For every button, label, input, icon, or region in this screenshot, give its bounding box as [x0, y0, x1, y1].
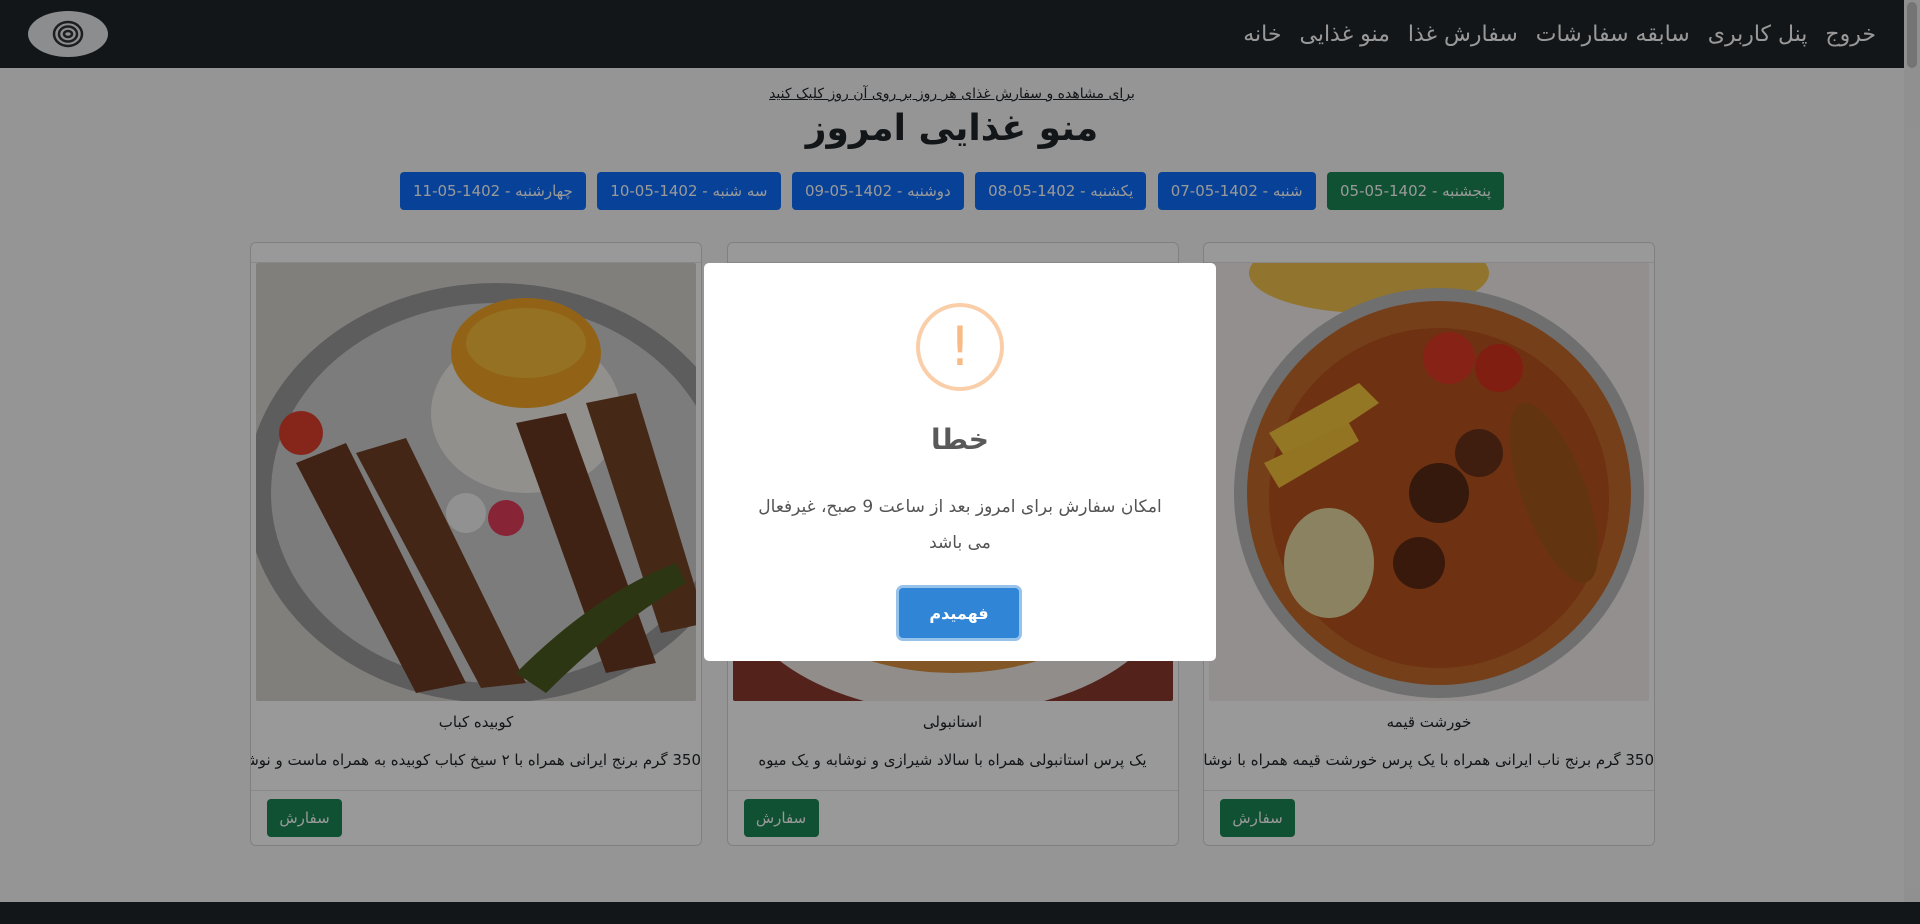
error-dialog: ! خطا امکان سفارش برای امروز بعد از ساعت… — [704, 263, 1216, 661]
dialog-title: خطا — [931, 423, 989, 456]
confirm-button[interactable]: فهمیدم — [899, 588, 1019, 638]
dialog-message: امکان سفارش برای امروز بعد از ساعت 9 صبح… — [758, 497, 1162, 553]
warning-icon: ! — [916, 303, 1004, 391]
